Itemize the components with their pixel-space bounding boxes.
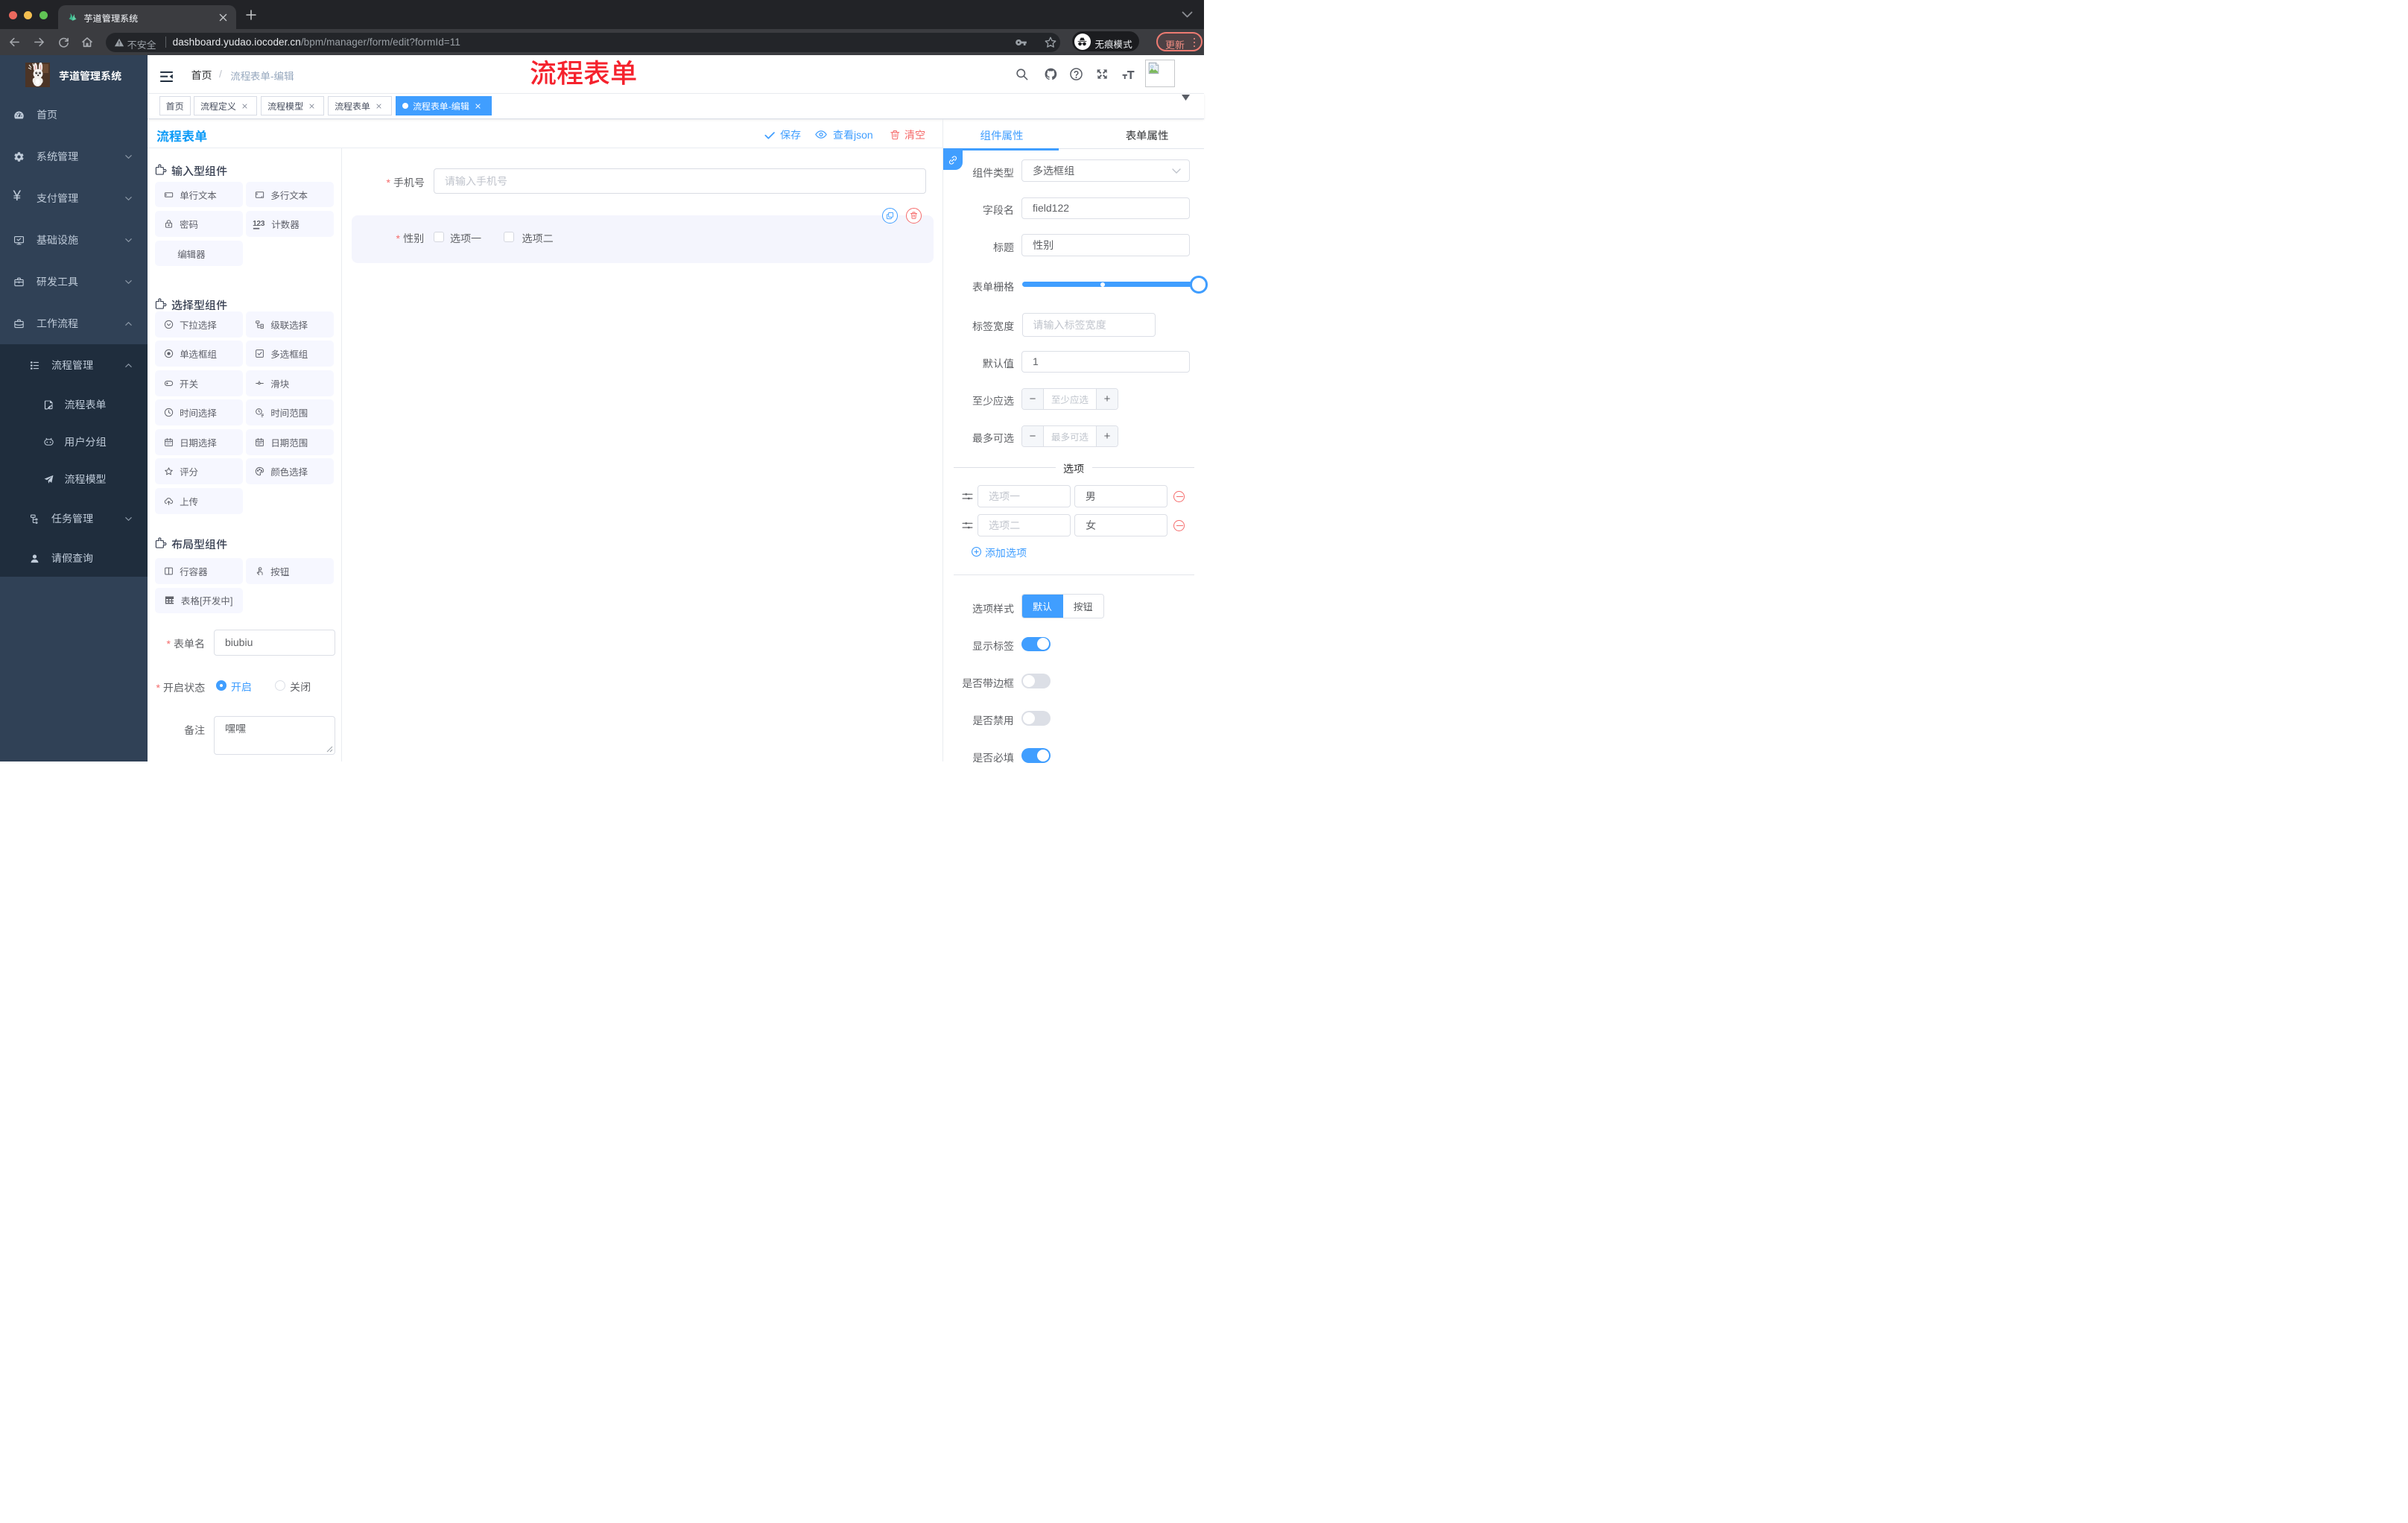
svg-text:123: 123 (253, 219, 265, 227)
